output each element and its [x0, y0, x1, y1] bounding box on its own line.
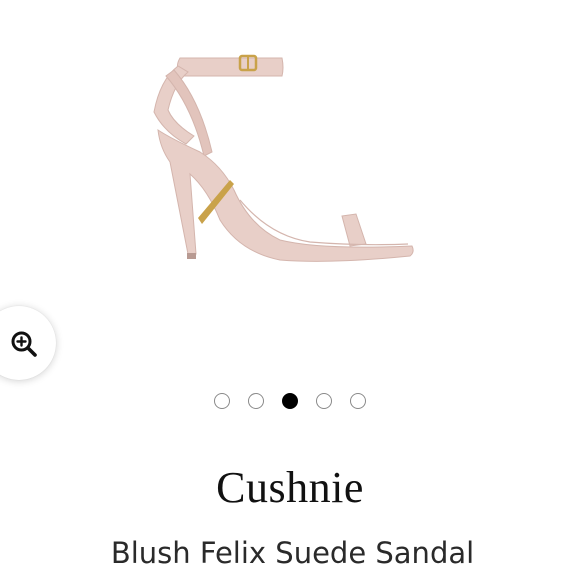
zoom-in-icon	[11, 331, 37, 357]
ankle-strap	[176, 57, 284, 77]
gallery-dot-2[interactable]	[248, 393, 264, 409]
zoom-button[interactable]	[0, 306, 56, 380]
gallery-pagination	[0, 393, 580, 413]
product-title: Blush Felix Suede Sandal	[110, 536, 475, 570]
toe-strap	[341, 213, 367, 247]
gallery-dot-5[interactable]	[350, 393, 366, 409]
brand-name[interactable]: Cushnie	[0, 462, 580, 513]
gallery-dot-3[interactable]	[282, 393, 298, 409]
product-image[interactable]	[130, 40, 430, 280]
product-page: Cushnie Blush Felix Suede Sandal	[0, 0, 580, 580]
sole	[157, 128, 414, 262]
gallery-dot-4[interactable]	[316, 393, 332, 409]
gallery-dot-1[interactable]	[214, 393, 230, 409]
